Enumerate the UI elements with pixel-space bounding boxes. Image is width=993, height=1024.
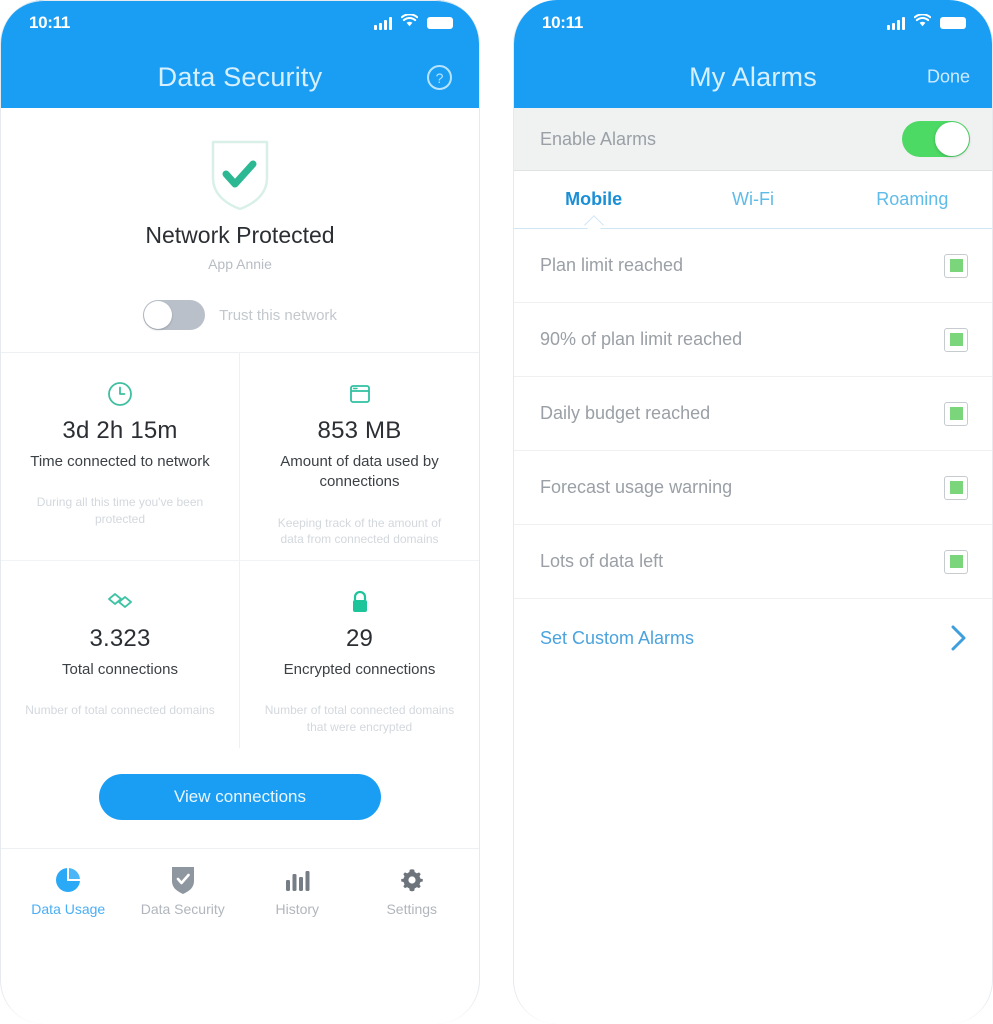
- checkbox-fill: [949, 407, 963, 420]
- checkbox-fill: [949, 555, 963, 568]
- alarm-checkbox[interactable]: [944, 327, 968, 352]
- bar-chart-icon: [240, 863, 355, 897]
- stat-card-data-used: 853 MB Amount of data used by connection…: [240, 353, 479, 560]
- cta-section: View connections: [1, 748, 479, 849]
- set-custom-alarms-label: Set Custom Alarms: [540, 627, 695, 648]
- alarm-label: Plan limit reached: [540, 255, 684, 275]
- phone-data-security: 10:11 Data Security ? Network Protected …: [0, 0, 480, 1024]
- toggle-knob: [935, 122, 969, 156]
- status-indicators: [374, 13, 453, 32]
- done-button[interactable]: Done: [927, 67, 970, 88]
- tab-label: History: [275, 900, 320, 917]
- network-type-tabs: Mobile Wi-Fi Roaming: [514, 171, 992, 229]
- nav-bar-right: My Alarms Done: [514, 46, 992, 108]
- stat-card-time-connected: 3d 2h 15m Time connected to network Duri…: [1, 353, 240, 561]
- alarm-checkbox[interactable]: [944, 549, 968, 574]
- stat-note: Keeping track of the amount of data from…: [277, 515, 442, 547]
- tab-label: Settings: [386, 900, 438, 917]
- enable-alarms-toggle[interactable]: [902, 121, 970, 157]
- alarm-row[interactable]: 90% of plan limit reached: [514, 303, 992, 377]
- stat-note: Number of total connected domains: [25, 703, 215, 718]
- alarm-checkbox[interactable]: [944, 475, 968, 500]
- connections-icon: [17, 587, 223, 617]
- stat-value: 3d 2h 15m: [62, 417, 178, 444]
- alarm-checkbox[interactable]: [944, 253, 968, 278]
- clock-icon: [17, 379, 223, 409]
- tab-data-usage[interactable]: Data Usage: [11, 863, 126, 917]
- status-indicators: [887, 13, 966, 32]
- enable-alarms-label: Enable Alarms: [540, 128, 657, 149]
- chevron-right-icon: [950, 623, 968, 653]
- alarm-label: 90% of plan limit reached: [540, 329, 743, 349]
- wifi-icon: [913, 13, 932, 32]
- network-status-hero: Network Protected App Annie Trust this n…: [1, 108, 479, 353]
- hero-title: Network Protected: [145, 222, 335, 248]
- wifi-icon: [400, 13, 419, 32]
- status-bar-right: 10:11: [514, 0, 992, 46]
- alarm-row[interactable]: Plan limit reached: [514, 229, 992, 303]
- stat-value: 3.323: [89, 625, 151, 653]
- pie-chart-icon: [11, 863, 126, 897]
- alarm-checkbox[interactable]: [944, 401, 968, 426]
- stat-card-encrypted-connections: 29 Encrypted connections Number of total…: [240, 560, 479, 748]
- tab-data-security[interactable]: Data Security: [126, 863, 241, 917]
- stat-note: During all this time you've been protect…: [36, 495, 204, 527]
- status-time: 10:11: [29, 13, 71, 32]
- status-bar-left: 10:11: [1, 0, 479, 46]
- bottom-tab-bar: Data Usage Data Security History Setting…: [1, 849, 479, 917]
- alarm-row[interactable]: Forecast usage warning: [514, 451, 992, 525]
- phone-my-alarms: 10:11 My Alarms Done Enable Alarms Mobil…: [513, 0, 993, 1024]
- shield-check-icon: [203, 134, 277, 214]
- battery-full-icon: [427, 17, 453, 29]
- trust-network-toggle[interactable]: [143, 300, 206, 330]
- stats-grid: 3d 2h 15m Time connected to network Duri…: [1, 353, 479, 748]
- toggle-knob: [144, 301, 173, 329]
- checkbox-fill: [949, 481, 963, 494]
- checkbox-fill: [949, 259, 963, 272]
- cellular-signal-icon: [887, 16, 905, 30]
- hero-subtitle: App Annie: [208, 256, 272, 272]
- cellular-signal-icon: [374, 16, 392, 30]
- screenshot-stage: 10:11 Data Security ? Network Protected …: [0, 0, 993, 1024]
- enable-alarms-row: Enable Alarms: [514, 108, 992, 171]
- gear-icon: [355, 863, 470, 897]
- stat-card-total-connections: 3.323 Total connections Number of total …: [1, 560, 240, 748]
- help-circle-icon[interactable]: ?: [425, 63, 453, 91]
- battery-full-icon: [940, 17, 966, 29]
- tab-wifi[interactable]: Wi-Fi: [673, 189, 832, 210]
- alarm-row[interactable]: Daily budget reached: [514, 377, 992, 451]
- tab-mobile[interactable]: Mobile: [514, 189, 673, 210]
- status-time: 10:11: [542, 13, 584, 32]
- page-title: Data Security: [157, 61, 323, 92]
- alarm-list: Plan limit reached 90% of plan limit rea…: [514, 229, 992, 599]
- set-custom-alarms-row[interactable]: Set Custom Alarms: [514, 599, 992, 677]
- stat-label: Amount of data used by connections: [280, 453, 439, 491]
- tab-settings[interactable]: Settings: [355, 863, 470, 917]
- browser-window-icon: [256, 379, 463, 409]
- lock-icon: [256, 587, 463, 617]
- nav-bar-left: Data Security ?: [1, 46, 479, 108]
- trust-network-label: Trust this network: [219, 306, 337, 324]
- stat-value: 29: [345, 625, 374, 653]
- trust-network-row: Trust this network: [1, 300, 479, 330]
- tab-label: Data Usage: [31, 900, 106, 917]
- stat-value: 853 MB: [317, 417, 402, 444]
- tab-history[interactable]: History: [240, 863, 355, 917]
- svg-text:?: ?: [435, 70, 443, 86]
- stat-label: Total connections: [62, 661, 178, 679]
- tab-roaming[interactable]: Roaming: [833, 189, 992, 210]
- alarm-label: Daily budget reached: [540, 403, 711, 423]
- page-title: My Alarms: [689, 61, 817, 92]
- stat-label: Encrypted connections: [283, 661, 436, 679]
- shield-check-icon: [126, 863, 241, 897]
- view-connections-button[interactable]: View connections: [99, 773, 381, 820]
- alarm-row[interactable]: Lots of data left: [514, 525, 992, 599]
- tab-label: Data Security: [140, 900, 225, 917]
- checkbox-fill: [949, 333, 963, 346]
- stat-label: Time connected to network: [30, 453, 210, 470]
- alarm-label: Forecast usage warning: [540, 477, 733, 497]
- alarm-label: Lots of data left: [540, 551, 664, 571]
- stat-note: Number of total connected domains that w…: [264, 703, 455, 735]
